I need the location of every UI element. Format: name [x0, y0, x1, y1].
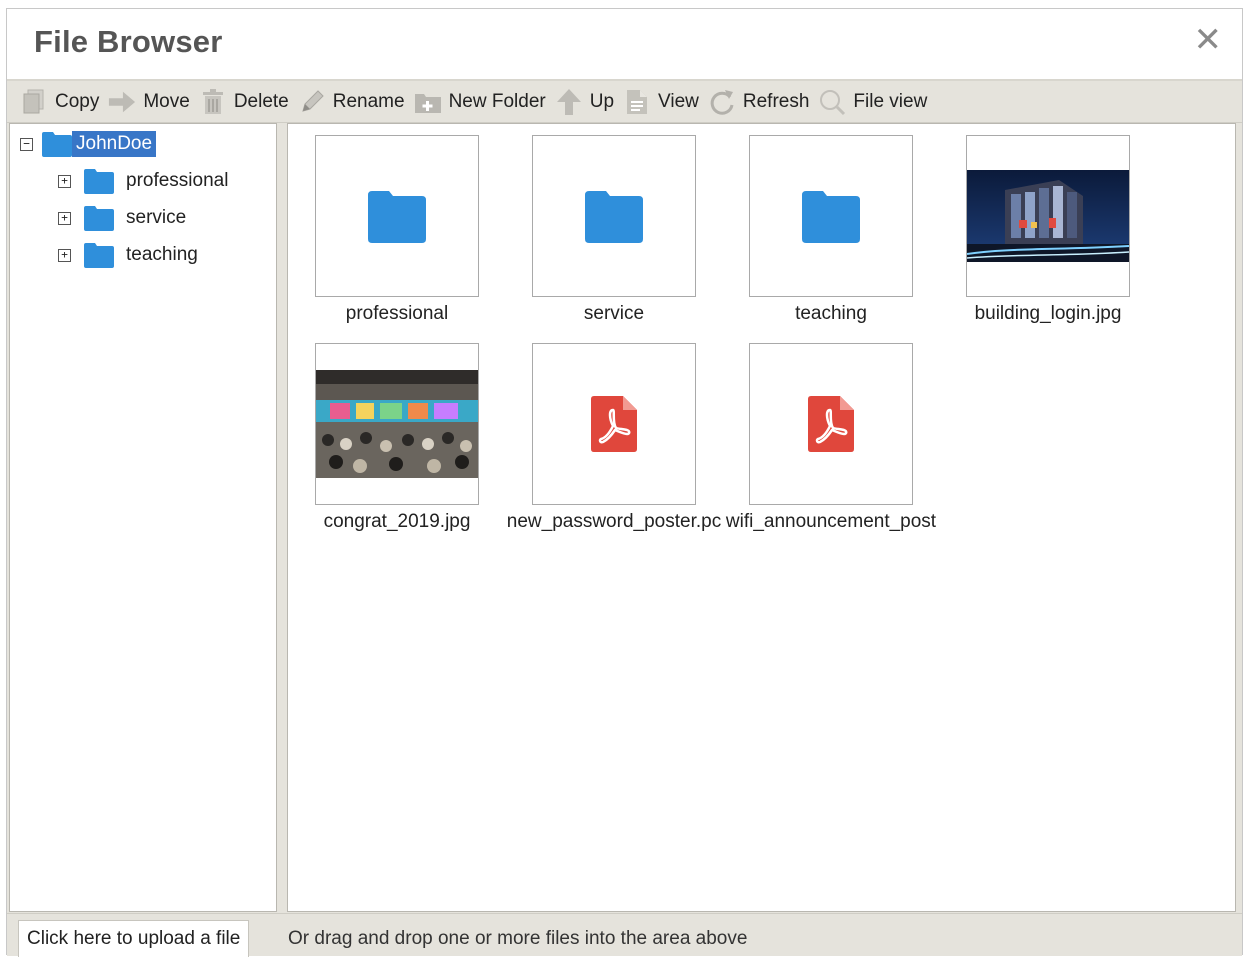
tree-node-service[interactable]: + service	[58, 205, 190, 231]
delete-label: Delete	[233, 90, 289, 112]
tree-node-teaching[interactable]: + teaching	[58, 242, 202, 268]
file-name: new_password_poster.pc	[506, 511, 722, 532]
upload-button[interactable]: Click here to upload a file	[18, 920, 250, 957]
view-label: View	[658, 90, 699, 112]
file-tile-professional[interactable]: professional	[289, 135, 505, 325]
folder-icon	[368, 191, 426, 243]
file-thumbnail	[966, 135, 1130, 297]
new-folder-button[interactable]: New Folder	[414, 88, 546, 116]
file-tile-building-login[interactable]: building_login.jpg	[940, 135, 1156, 325]
magnifier-icon	[818, 88, 846, 116]
tree-label-teaching: teaching	[126, 244, 198, 265]
file-thumbnail	[532, 343, 696, 505]
expand-toggle-icon[interactable]: +	[58, 211, 71, 225]
title-bar: File Browser ✕	[7, 9, 1242, 79]
pdf-icon	[591, 396, 637, 452]
expand-toggle-icon[interactable]: +	[58, 248, 71, 262]
pencil-icon	[298, 88, 326, 116]
folder-icon	[84, 242, 114, 268]
file-tile-wifi-announcement[interactable]: wifi_announcement_post	[723, 343, 939, 533]
file-thumbnail	[749, 343, 913, 505]
tree-node-professional[interactable]: + professional	[58, 168, 232, 194]
folder-tree: − JohnDoe + professional + service + tea…	[9, 123, 277, 912]
refresh-button[interactable]: Refresh	[708, 88, 810, 116]
file-name: congrat_2019.jpg	[323, 511, 471, 532]
rename-label: Rename	[332, 90, 405, 112]
file-view-label: File view	[853, 90, 928, 112]
file-tile-new-password-poster[interactable]: new_password_poster.pc	[506, 343, 722, 533]
graduation-photo-thumbnail	[316, 370, 478, 478]
folder-icon	[802, 191, 860, 243]
expand-toggle-icon[interactable]: +	[58, 174, 71, 188]
building-photo-thumbnail	[967, 170, 1129, 262]
folder-icon	[84, 205, 114, 231]
folder-icon	[84, 168, 114, 194]
file-thumbnail	[315, 343, 479, 505]
collapse-toggle-icon[interactable]: −	[20, 137, 33, 151]
move-label: Move	[143, 90, 190, 112]
file-tile-teaching[interactable]: teaching	[723, 135, 939, 325]
close-icon[interactable]: ✕	[1194, 23, 1223, 57]
copy-icon	[20, 88, 48, 116]
pdf-icon	[808, 396, 854, 452]
file-name: teaching	[795, 303, 867, 324]
file-browser-dialog: File Browser ✕ Copy Move Delete Rename N…	[6, 8, 1243, 957]
tree-node-root[interactable]: − JohnDoe	[20, 131, 157, 157]
document-icon	[623, 88, 651, 116]
view-button[interactable]: View	[623, 88, 699, 116]
tree-label-professional: professional	[126, 170, 229, 191]
arrow-right-icon	[108, 88, 136, 116]
file-name: building_login.jpg	[974, 303, 1122, 324]
refresh-label: Refresh	[742, 90, 810, 112]
copy-label: Copy	[55, 90, 100, 112]
refresh-icon	[708, 88, 736, 116]
tree-label-root: JohnDoe	[72, 131, 157, 157]
up-label: Up	[589, 90, 615, 112]
trash-icon	[199, 88, 227, 116]
up-button[interactable]: Up	[555, 88, 614, 116]
file-grid: professional service teaching building_l…	[287, 123, 1236, 912]
new-folder-label: New Folder	[448, 90, 546, 112]
new-folder-icon	[414, 88, 442, 116]
copy-button[interactable]: Copy	[20, 88, 99, 116]
file-name: professional	[345, 303, 449, 324]
file-name: wifi_announcement_post	[725, 511, 937, 532]
file-thumbnail	[749, 135, 913, 297]
drop-hint: Or drag and drop one or more files into …	[288, 928, 748, 949]
file-thumbnail	[315, 135, 479, 297]
upload-footer: Click here to upload a file Or drag and …	[7, 913, 1242, 957]
file-view-button[interactable]: File view	[818, 88, 927, 116]
file-tile-congrat[interactable]: congrat_2019.jpg	[289, 343, 505, 533]
toolbar: Copy Move Delete Rename New Folder Up Vi…	[7, 79, 1242, 123]
arrow-up-icon	[555, 88, 583, 116]
dialog-title: File Browser	[34, 24, 223, 59]
tree-label-service: service	[126, 207, 187, 228]
file-name: service	[583, 303, 645, 324]
rename-button[interactable]: Rename	[298, 88, 405, 116]
move-button[interactable]: Move	[108, 88, 190, 116]
delete-button[interactable]: Delete	[199, 88, 289, 116]
file-tile-service[interactable]: service	[506, 135, 722, 325]
folder-icon	[585, 191, 643, 243]
folder-icon	[42, 131, 72, 157]
content-panes: − JohnDoe + professional + service + tea…	[7, 123, 1242, 913]
file-thumbnail	[532, 135, 696, 297]
